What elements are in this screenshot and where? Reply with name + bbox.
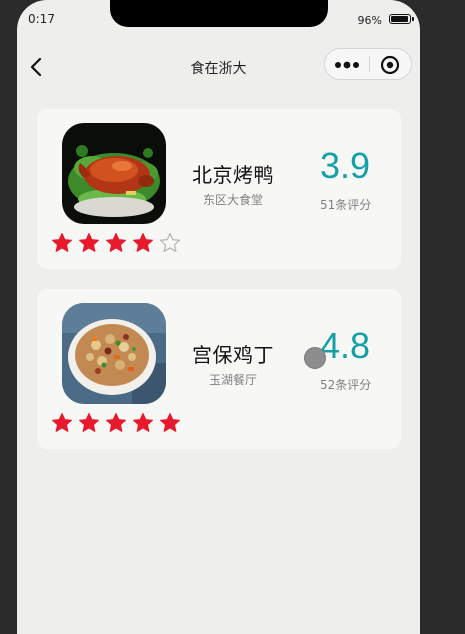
review-count: 51条评分 [320, 198, 372, 212]
star-rating [51, 412, 186, 434]
dish-card-peking-duck[interactable]: 北京烤鸭 东区大食堂 3.9 51条评分 [37, 109, 401, 269]
dish-location: 东区大食堂 [202, 193, 263, 207]
dish-name: 宫保鸡丁 [192, 343, 274, 367]
dish-score: 4.8 [320, 325, 371, 366]
more-dots-icon [335, 61, 359, 69]
camera-notch [110, 0, 328, 27]
dish-card-kung-pao-chicken[interactable]: 宫保鸡丁 玉湖餐厅 4.8 52条评分 [37, 289, 401, 449]
battery-percent: 96% [357, 14, 382, 27]
battery-icon [389, 14, 414, 24]
star-filled-icon [106, 233, 126, 252]
target-circle-icon [380, 55, 400, 75]
review-count: 52条评分 [320, 378, 372, 392]
close-button[interactable] [369, 49, 412, 79]
star-filled-icon [133, 233, 153, 252]
dish-photo-peking-duck [62, 123, 166, 224]
phone-screen: 0:17 96% 食在浙大 北京烤鸭 东区大食堂 3.9 51条评分 宫保鸡丁 … [17, 0, 420, 634]
dish-location: 玉湖餐厅 [208, 373, 257, 387]
dish-name: 北京烤鸭 [192, 163, 274, 187]
home-indicator-area [17, 620, 420, 634]
star-filled-icon [133, 413, 153, 432]
star-filled-icon [52, 233, 72, 252]
star-filled-icon [52, 413, 72, 432]
star-empty-icon [159, 232, 181, 253]
more-button[interactable] [325, 49, 369, 79]
star-filled-icon [106, 413, 126, 432]
star-filled-icon [79, 413, 99, 432]
star-filled-icon [79, 233, 99, 252]
touch-indicator [304, 347, 326, 369]
battery-level [391, 16, 409, 22]
star-rating [51, 232, 186, 254]
dish-photo-kung-pao-chicken [62, 303, 166, 404]
dish-score: 3.9 [320, 145, 371, 186]
status-time: 0:17 [28, 12, 55, 26]
star-filled-icon [160, 413, 180, 432]
mini-program-capsule [324, 48, 412, 80]
